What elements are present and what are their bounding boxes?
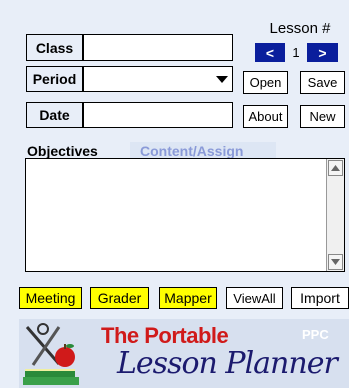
scroll-down-button[interactable] [328,254,343,270]
apple-books-logo-icon [23,323,79,385]
logo-lesson-planner: Lesson Planner [117,346,338,381]
viewall-button[interactable]: ViewAll [226,287,283,309]
objectives-textarea[interactable] [25,158,345,272]
period-select[interactable] [83,66,233,92]
grader-button[interactable]: Grader [90,287,149,309]
dropdown-arrow-icon[interactable] [216,76,228,84]
meeting-button[interactable]: Meeting [19,287,82,309]
new-button[interactable]: New [300,105,345,128]
open-button[interactable]: Open [243,71,288,94]
logo-banner: The Portable PPC Lesson Planner [19,319,349,388]
import-button[interactable]: Import [291,287,349,309]
save-button[interactable]: Save [300,71,345,94]
next-lesson-button[interactable]: > [307,43,338,62]
about-button[interactable]: About [243,105,288,128]
scroll-down-arrow-icon [331,259,340,265]
prev-lesson-button[interactable]: < [255,43,285,62]
logo-ppc: PPC [302,327,329,342]
mapper-button[interactable]: Mapper [159,287,217,309]
date-field[interactable] [83,102,233,128]
class-label: Class [26,34,83,61]
lesson-label: Lesson # [269,20,331,37]
scroll-up-arrow-icon [331,165,340,171]
lesson-number: 1 [292,45,300,60]
period-label: Period [26,66,83,92]
class-field[interactable] [83,34,233,61]
scroll-up-button[interactable] [328,160,343,176]
vertical-scrollbar[interactable] [326,159,344,271]
date-label: Date [26,102,83,128]
